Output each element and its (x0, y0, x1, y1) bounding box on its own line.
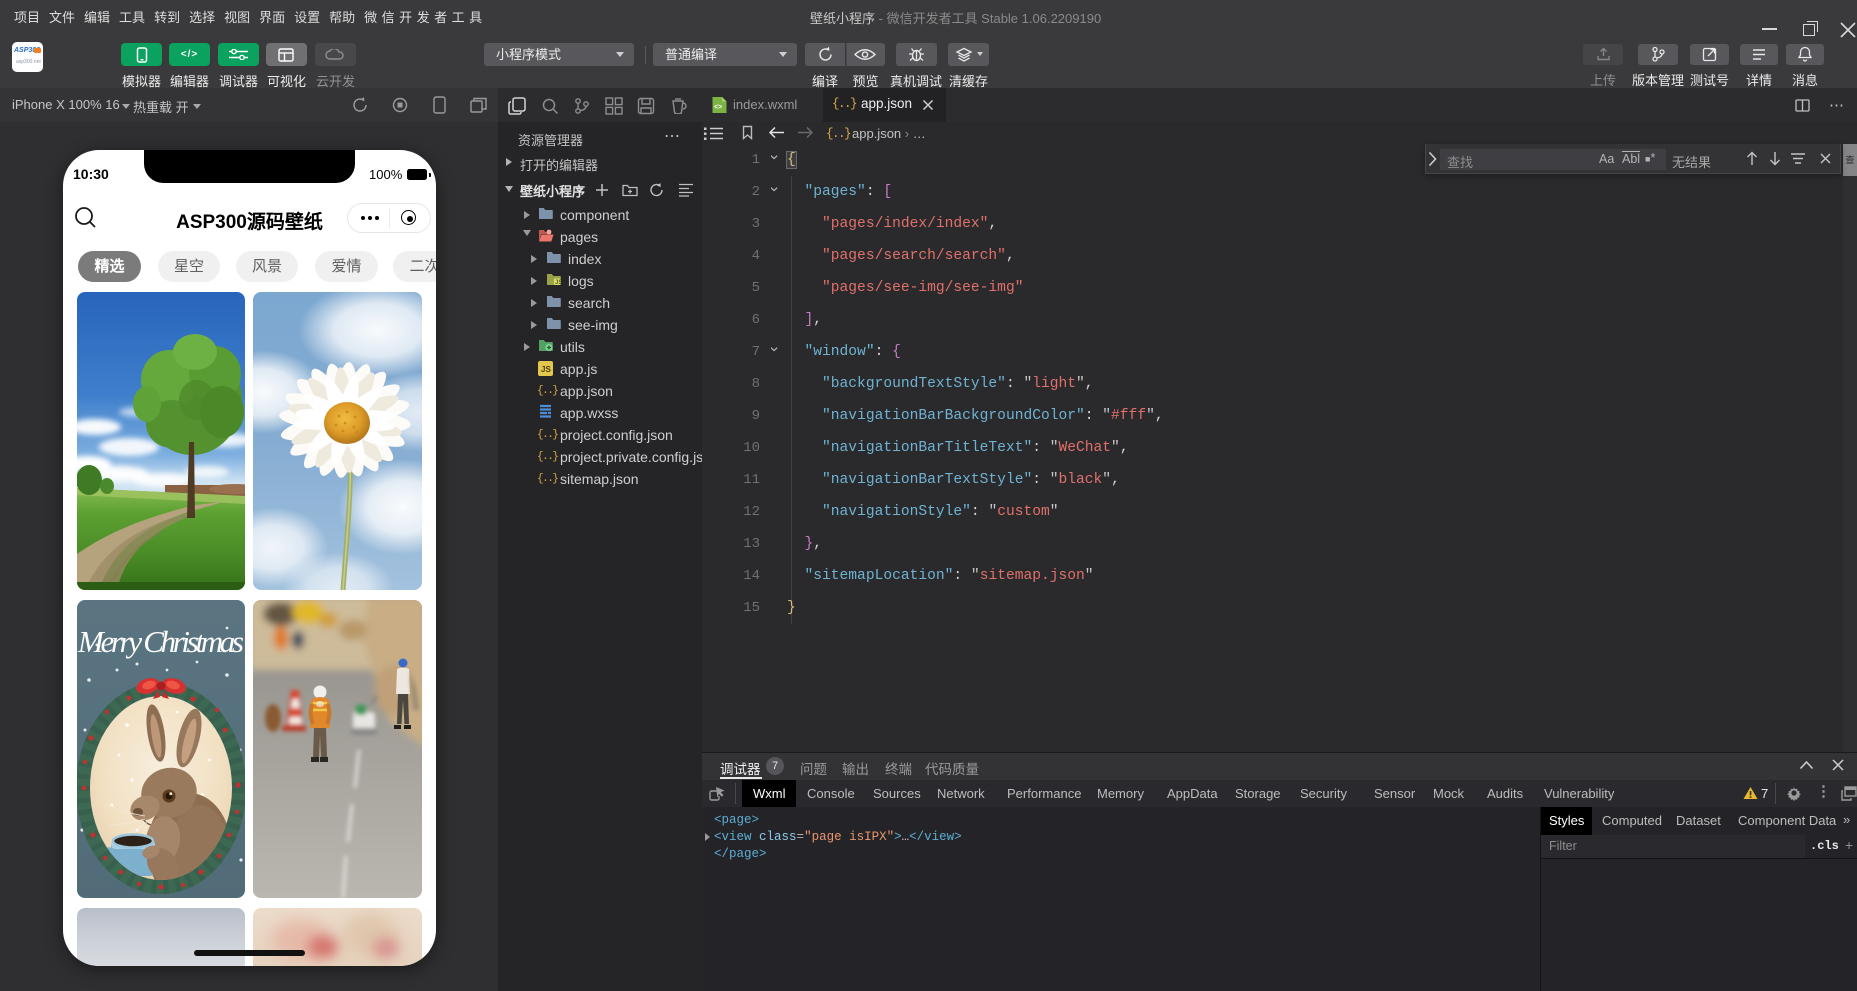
svg-text:<>: <> (714, 104, 722, 111)
svg-text:JS: JS (555, 280, 561, 286)
svg-text:Merry Christmas: Merry Christmas (77, 624, 244, 659)
